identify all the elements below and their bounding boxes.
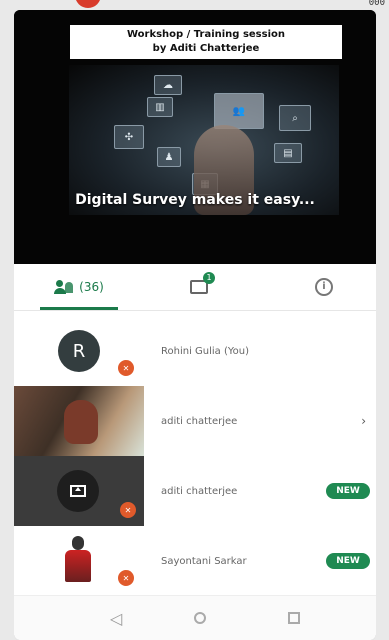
participant-row[interactable]: aditi chatterjee › bbox=[14, 386, 376, 456]
document-icon: ▤ bbox=[274, 143, 302, 163]
screen-share-thumbnail: ✕ bbox=[14, 456, 144, 526]
network-icon: ✣ bbox=[114, 125, 144, 149]
chat-unread-badge: 1 bbox=[203, 272, 215, 284]
new-badge: NEW bbox=[326, 553, 370, 569]
user-icon: ♟ bbox=[157, 147, 181, 167]
record-indicator bbox=[75, 0, 101, 8]
cloud-icon: ☁ bbox=[154, 75, 182, 95]
tab-chat[interactable]: 1 bbox=[179, 264, 219, 310]
screen-share-icon bbox=[70, 485, 86, 497]
participant-name: Sayontani Sarkar bbox=[161, 555, 247, 567]
mic-off-icon: ✕ bbox=[120, 502, 136, 518]
participant-photo bbox=[62, 536, 96, 586]
system-nav-bar: ◁ bbox=[14, 595, 376, 640]
tab-info[interactable]: i bbox=[304, 264, 344, 310]
recent-apps-icon[interactable] bbox=[284, 608, 304, 628]
mic-off-icon: ✕ bbox=[118, 570, 134, 586]
screen-share-button[interactable] bbox=[57, 470, 99, 512]
banner-line-2: by Aditi Chatterjee bbox=[152, 43, 260, 54]
participant-row[interactable]: R ✕ Rohini Gulia (You) bbox=[14, 316, 376, 386]
participants-panel: (36) 1 i R ✕ Rohini Gulia (You) aditi ch… bbox=[14, 264, 376, 640]
tab-participants[interactable]: (36) bbox=[34, 264, 124, 310]
avatar: R bbox=[58, 330, 100, 372]
tab-bar: (36) 1 i bbox=[14, 264, 376, 311]
participant-name: Rohini Gulia (You) bbox=[161, 345, 250, 357]
participants-count: (36) bbox=[79, 280, 104, 294]
search-icon: ⌕ bbox=[279, 105, 311, 131]
phone-screen: Workshop / Training session by Aditi Cha… bbox=[14, 10, 376, 640]
status-code: 000 bbox=[368, 0, 385, 8]
chart-icon: ▥ bbox=[147, 97, 173, 117]
shared-video[interactable]: Workshop / Training session by Aditi Cha… bbox=[14, 10, 376, 264]
new-badge: NEW bbox=[326, 483, 370, 499]
participant-face bbox=[64, 400, 98, 444]
people-icon: 👥 bbox=[214, 93, 264, 129]
video-banner: Workshop / Training session by Aditi Cha… bbox=[70, 25, 342, 59]
chevron-right-icon[interactable]: › bbox=[361, 386, 366, 456]
participant-video-thumbnail bbox=[14, 386, 144, 456]
mic-off-icon: ✕ bbox=[118, 360, 134, 376]
participant-row[interactable]: ✕ aditi chatterjee NEW bbox=[14, 456, 376, 526]
info-icon: i bbox=[315, 278, 333, 296]
participant-name: aditi chatterjee bbox=[161, 485, 238, 497]
participant-row[interactable]: ✕ Sayontani Sarkar NEW bbox=[14, 526, 376, 596]
people-icon bbox=[54, 280, 74, 294]
back-icon[interactable]: ◁ bbox=[106, 608, 126, 628]
video-caption: Digital Survey makes it easy... bbox=[75, 192, 315, 208]
active-tab-indicator bbox=[40, 307, 118, 310]
participant-name: aditi chatterjee bbox=[161, 415, 238, 427]
chat-icon: 1 bbox=[190, 272, 215, 294]
banner-line-1: Workshop / Training session bbox=[126, 29, 286, 40]
home-icon[interactable] bbox=[190, 608, 210, 628]
